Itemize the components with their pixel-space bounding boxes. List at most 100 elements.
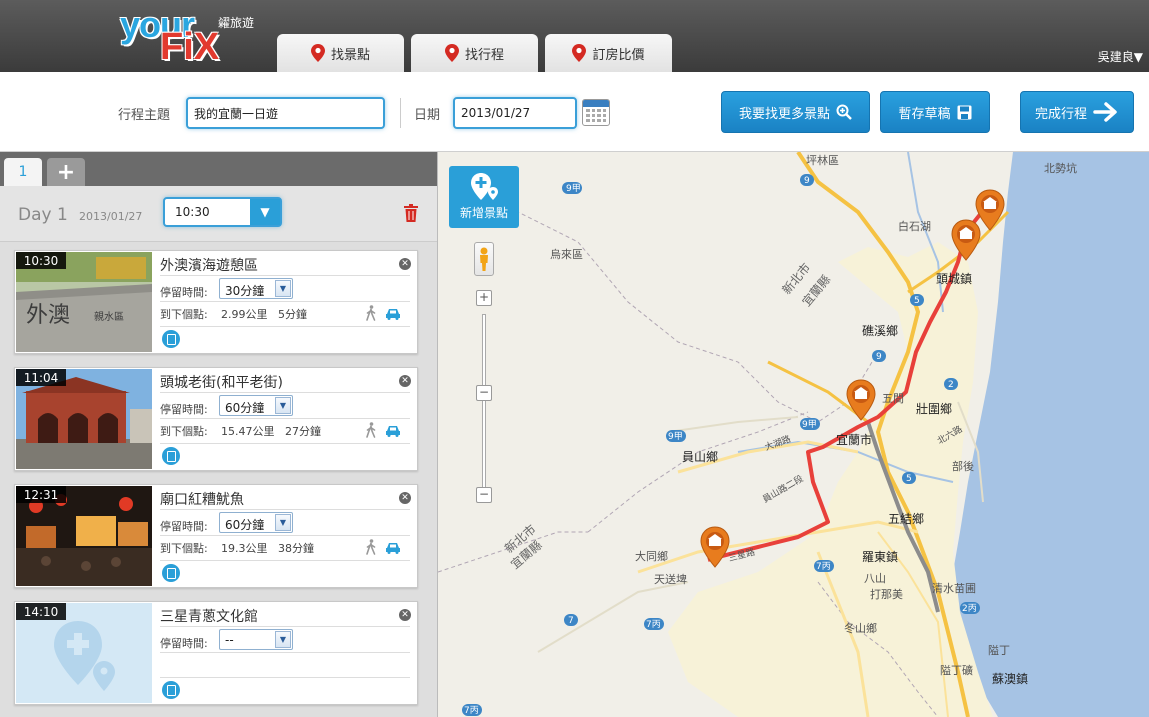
- chevron-down-icon: ▼: [275, 397, 291, 414]
- day-tab-bar: 1 +: [0, 152, 437, 186]
- map-label: 三星路: [727, 547, 757, 565]
- map-label: 壯圍鄉: [916, 402, 953, 416]
- chevron-down-icon: ▼: [275, 514, 291, 531]
- note-icon[interactable]: [162, 330, 180, 348]
- map-label: 隘丁: [988, 644, 1010, 657]
- map-label: 冬山鄉: [844, 622, 877, 635]
- divider: [400, 98, 401, 128]
- itinerary-stop-card[interactable]: 11:04 頭城老街(和平老街) ✕ 停留時間: 60分鐘 ▼ 到下個點: 15…: [14, 367, 418, 471]
- itinerary-form-bar: 行程主題 日期 我要找更多景點 暫存草稿 完成行程: [0, 72, 1149, 152]
- distance-duration: 2.99公里 5分鐘: [221, 308, 307, 321]
- walking-icon[interactable]: [365, 422, 377, 438]
- next-stop-label: 到下個點:: [160, 308, 208, 321]
- start-time-select[interactable]: 10:30 ▼: [163, 197, 282, 227]
- note-icon[interactable]: [162, 447, 180, 465]
- stay-label: 停留時間:: [160, 286, 208, 299]
- next-stop-label: 到下個點:: [160, 425, 208, 438]
- svg-text:外澳: 外澳: [26, 303, 70, 328]
- stop-title: 廟口紅糟魷魚: [160, 492, 244, 508]
- stay-duration-select[interactable]: 60分鐘 ▼: [219, 395, 293, 416]
- close-icon[interactable]: ✕: [399, 375, 411, 387]
- save-draft-button[interactable]: 暫存草稿: [880, 91, 990, 133]
- tab-hotel-compare[interactable]: 訂房比價: [545, 34, 672, 72]
- close-icon[interactable]: ✕: [399, 492, 411, 504]
- add-day-button[interactable]: +: [47, 158, 85, 186]
- itinerary-stop-card[interactable]: 12:31 廟口紅糟魷魚 ✕ 停留時間: 60分鐘 ▼ 到下個點: 19.3公里…: [14, 484, 418, 588]
- floppy-disk-icon: [957, 105, 971, 119]
- time-badge: 12:31: [16, 486, 66, 503]
- close-icon[interactable]: ✕: [399, 609, 411, 621]
- tab-find-itineraries[interactable]: 找行程: [411, 34, 538, 72]
- zoom-in-button[interactable]: +: [476, 290, 492, 306]
- tab-find-spots[interactable]: 找景點: [277, 34, 404, 72]
- map-label: 五間: [882, 392, 904, 405]
- tab-day-1[interactable]: 1: [4, 158, 42, 186]
- map-pin-icon: [310, 44, 325, 62]
- calendar-icon[interactable]: [582, 99, 610, 126]
- close-icon[interactable]: ✕: [399, 258, 411, 270]
- day-header: Day 1 2013/01/27 10:30 ▼: [0, 186, 437, 242]
- yourfix-logo[interactable]: your FiX 糴旅遊: [120, 4, 270, 68]
- note-icon[interactable]: [162, 564, 180, 582]
- tab-label: 找行程: [464, 47, 504, 63]
- street-view-pegman-icon[interactable]: [474, 242, 494, 276]
- svg-text:親水區: 親水區: [94, 310, 124, 323]
- itinerary-panel: 1 + Day 1 2013/01/27 10:30 ▼ 外澳 親水區 10:30…: [0, 152, 437, 717]
- zoom-out-button[interactable]: −: [476, 487, 492, 503]
- itinerary-stop-card[interactable]: 14:10 三星青蔥文化館 ✕ 停留時間: -- ▼: [14, 601, 418, 705]
- map-label: 大同鄉: [635, 550, 668, 563]
- divider: [160, 326, 410, 327]
- next-stop-label: 到下個點:: [160, 542, 208, 555]
- find-more-spots-button[interactable]: 我要找更多景點: [721, 91, 870, 133]
- walking-icon[interactable]: [365, 305, 377, 321]
- map-label: 打那美: [870, 588, 903, 601]
- zoom-slider-handle[interactable]: −: [476, 385, 492, 401]
- itinerary-stop-card[interactable]: 外澳 親水區 10:30 外澳濱海遊憩區 ✕ 停留時間: 30分鐘 ▼ 到下個點:…: [14, 250, 418, 354]
- stop-photo: 外澳 親水區 10:30: [16, 252, 152, 352]
- zoom-slider-track[interactable]: [482, 314, 486, 490]
- time-badge: 10:30: [16, 252, 66, 269]
- walking-icon[interactable]: [365, 539, 377, 555]
- divider: [160, 443, 410, 444]
- trash-icon[interactable]: [403, 204, 419, 222]
- chevron-down-icon: ▼: [275, 280, 291, 297]
- divider: [160, 418, 410, 419]
- divider: [160, 677, 410, 678]
- route-map[interactable]: 9甲 9 5 9 2 9甲 9甲 5 7丙 2丙 7 7丙 7丙 坪林區 北勢坑…: [437, 152, 1149, 717]
- map-label: 北勢坑: [1044, 162, 1077, 175]
- divider: [160, 560, 410, 561]
- stop-title: 頭城老街(和平老街): [160, 375, 283, 391]
- stay-label: 停留時間:: [160, 403, 208, 416]
- add-spot-button[interactable]: 新增景點: [449, 166, 519, 228]
- stay-duration-select[interactable]: 60分鐘 ▼: [219, 512, 293, 533]
- tab-label: 訂房比價: [592, 47, 645, 63]
- divider: [160, 626, 410, 627]
- user-menu[interactable]: 吳建良▼: [1098, 48, 1143, 65]
- stay-duration-select[interactable]: -- ▼: [219, 629, 293, 650]
- car-icon[interactable]: [385, 425, 401, 437]
- car-icon[interactable]: [385, 542, 401, 554]
- map-pin-icon: [444, 44, 459, 62]
- stop-photo-placeholder: 14:10: [16, 603, 152, 703]
- map-label: 坪林區: [806, 154, 839, 167]
- map-label: 白石湖: [898, 220, 931, 233]
- note-icon[interactable]: [162, 681, 180, 699]
- stay-label: 停留時間:: [160, 637, 208, 650]
- map-zoom-controls: + − −: [474, 242, 494, 507]
- map-pin-icon: [572, 44, 587, 62]
- distance-duration: 15.47公里 27分鐘: [221, 425, 321, 438]
- date-input[interactable]: [453, 97, 577, 129]
- stay-duration-select[interactable]: 30分鐘 ▼: [219, 278, 293, 299]
- logo-subtitle: 糴旅遊: [218, 16, 255, 30]
- car-icon[interactable]: [385, 308, 401, 320]
- stop-photo: 12:31: [16, 486, 152, 586]
- map-label: 羅東鎮: [862, 550, 899, 564]
- chevron-down-icon: ▼: [275, 631, 291, 648]
- topic-input[interactable]: [186, 97, 385, 129]
- zoom-in-search-icon: [836, 104, 852, 120]
- map-label: 蘇澳鎮: [992, 672, 1029, 686]
- finish-itinerary-button[interactable]: 完成行程: [1020, 91, 1134, 133]
- map-label: 宜蘭市: [836, 433, 873, 447]
- map-label: 天送埤: [654, 573, 687, 586]
- time-badge: 11:04: [16, 369, 66, 386]
